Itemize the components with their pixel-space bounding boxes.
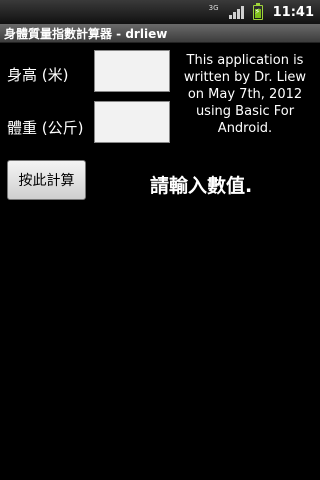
signal-icon (228, 5, 245, 19)
result-text: 請輸入數值. (150, 175, 253, 197)
calculate-button[interactable]: 按此計算 (7, 160, 86, 200)
weight-input[interactable] (94, 101, 170, 143)
status-bar: 3G ⚡ 11:41 (0, 0, 320, 25)
info-text: This application is written by Dr. Liew … (183, 53, 307, 136)
app-title: 身體質量指數計算器 - drliew (4, 27, 168, 41)
height-label: 身高 (米) (7, 66, 69, 84)
weight-label: 體重 (公斤) (7, 119, 84, 137)
height-input[interactable] (94, 50, 170, 92)
3g-icon: 3G (209, 5, 221, 19)
charging-bolt-icon: ⚡ (254, 6, 261, 16)
title-bar: 身體質量指數計算器 - drliew (0, 24, 320, 43)
clock: 11:41 (272, 4, 314, 20)
status-icons: 3G ⚡ 11:41 (209, 0, 314, 24)
battery-charging-icon: ⚡ (252, 2, 263, 20)
network-label: 3G (208, 4, 219, 12)
